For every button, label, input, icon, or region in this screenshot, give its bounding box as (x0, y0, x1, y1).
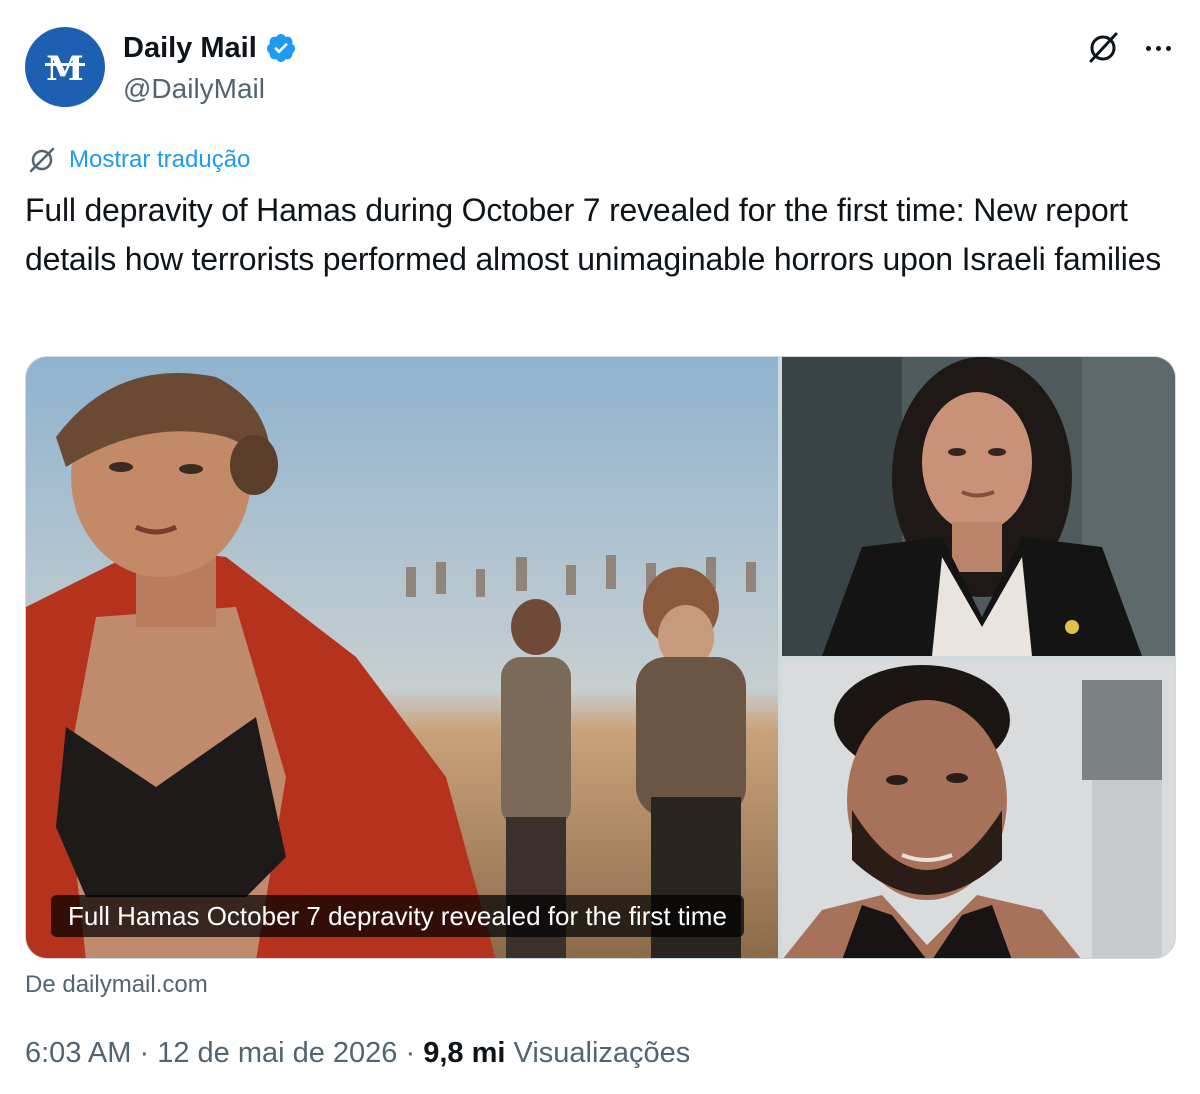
tweet-date[interactable]: 12 de mai de 2026 (157, 1037, 397, 1069)
show-translation-button[interactable]: Mostrar tradução (27, 144, 250, 176)
media-caption: Full Hamas October 7 depravity revealed … (51, 895, 744, 937)
translate-icon (29, 147, 55, 173)
photo-woman-interview (782, 357, 1175, 656)
tweet-meta: 6:03 AM · 12 de mai de 2026 · 9,8 mi Vis… (25, 1035, 690, 1071)
grok-button[interactable] (1083, 28, 1123, 68)
views-label: Visualizações (505, 1037, 691, 1069)
more-icon-dot (1145, 45, 1151, 51)
author-name[interactable]: Daily Mail (123, 30, 257, 66)
avatar[interactable]: M (25, 27, 105, 107)
daily-mail-logo: M (45, 49, 85, 87)
more-button[interactable] (1138, 28, 1178, 68)
tweet-text: Full depravity of Hamas during October 7… (25, 192, 1162, 277)
main-photo[interactable]: Full Hamas October 7 depravity revealed … (26, 357, 778, 958)
link-source[interactable]: De dailymail.com (25, 970, 208, 1000)
verified-badge-icon (266, 34, 295, 62)
grok-icon (1089, 32, 1118, 63)
meta-separator: · (397, 1037, 424, 1069)
meta-separator: · (131, 1037, 158, 1069)
more-icon-dot (1165, 45, 1171, 51)
photo-man-interview (782, 660, 1175, 958)
photo-top-right[interactable] (782, 357, 1175, 656)
photo-bottom-right[interactable] (782, 660, 1175, 958)
tweet-time[interactable]: 6:03 AM (25, 1037, 131, 1069)
more-icon-dot (1155, 45, 1161, 51)
show-translation-label: Mostrar tradução (69, 146, 251, 173)
author-name-row[interactable]: Daily Mail (123, 30, 297, 66)
views-count[interactable]: 9,8 mi (423, 1037, 505, 1069)
svg-text:M: M (46, 49, 84, 87)
author-handle[interactable]: @DailyMail (123, 72, 265, 106)
photo-running-women (26, 357, 778, 958)
media-card[interactable]: Full Hamas October 7 depravity revealed … (25, 356, 1176, 959)
